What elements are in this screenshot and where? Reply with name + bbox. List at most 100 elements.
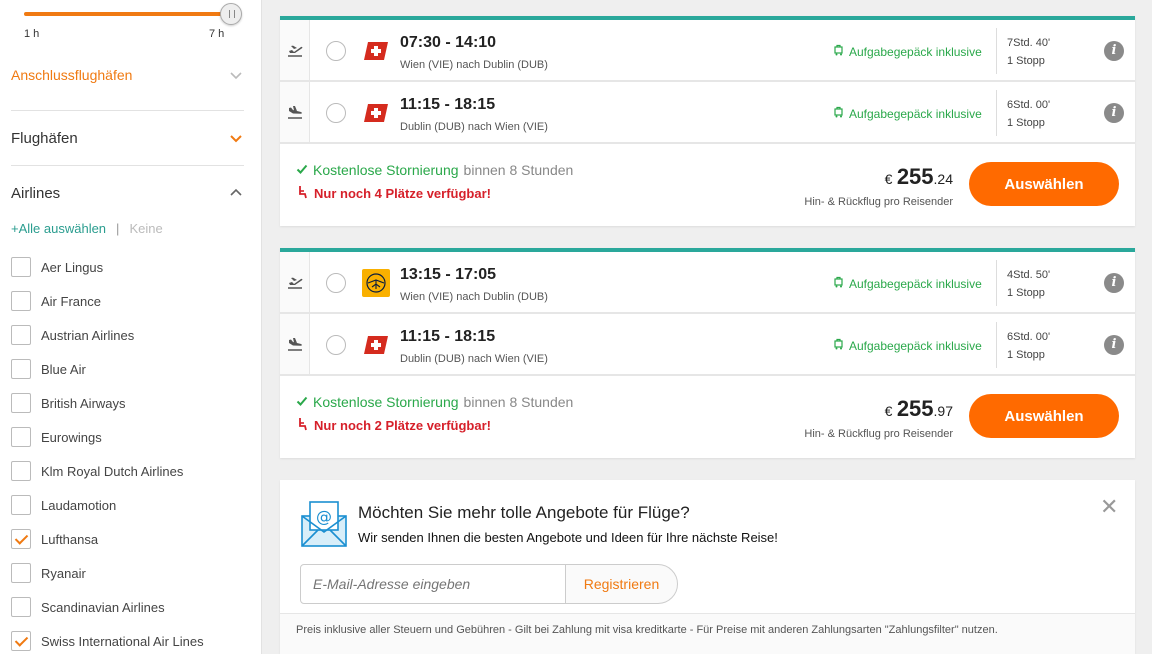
price-main: 255 bbox=[896, 396, 934, 421]
divider bbox=[11, 165, 244, 166]
airline-filter-item[interactable]: Lufthansa bbox=[11, 529, 98, 549]
free-cancellation: Kostenlose Stornierung binnen 8 Stunden bbox=[296, 162, 573, 178]
flight-times: 13:15 - 17:05 bbox=[400, 266, 497, 283]
connecting-airports-title: Anschlussflughäfen bbox=[11, 67, 133, 83]
divider bbox=[996, 90, 997, 136]
seat-icon bbox=[298, 417, 308, 434]
airline-filter-item[interactable]: Austrian Airlines bbox=[11, 325, 134, 345]
swiss-logo-icon bbox=[362, 331, 390, 359]
airline-label: Klm Royal Dutch Airlines bbox=[41, 463, 184, 479]
checkmark-icon bbox=[296, 394, 308, 410]
flight-offer-card: 13:15 - 17:05 Wien (VIE) nach Dublin (DU… bbox=[280, 248, 1135, 458]
leg-radio[interactable] bbox=[326, 273, 346, 293]
checkmark-icon bbox=[296, 162, 308, 178]
flight-route: Dublin (DUB) nach Wien (VIE) bbox=[400, 353, 548, 365]
airline-filter-item[interactable]: Air France bbox=[11, 291, 101, 311]
divider bbox=[996, 260, 997, 306]
leg-radio[interactable] bbox=[326, 103, 346, 123]
airline-label: Aer Lingus bbox=[41, 259, 104, 275]
luggage-icon bbox=[833, 44, 845, 59]
flight-leg-outbound[interactable]: 13:15 - 17:05 Wien (VIE) nach Dublin (DU… bbox=[280, 252, 1135, 314]
checkbox[interactable] bbox=[11, 291, 31, 311]
filter-sidebar: 1 h 7 h Anschlussflughäfen Flughäfen Air… bbox=[0, 0, 262, 654]
email-input[interactable] bbox=[300, 564, 566, 604]
cancellation-period: binnen 8 Stunden bbox=[463, 162, 574, 178]
airline-filter-item[interactable]: Swiss International Air Lines bbox=[11, 631, 204, 651]
close-icon[interactable]: ✕ bbox=[1100, 494, 1118, 520]
checkbox-checked[interactable] bbox=[11, 631, 31, 651]
select-none-link[interactable]: Keine bbox=[129, 221, 162, 236]
seats-label: Nur noch 4 Plätze verfügbar! bbox=[314, 186, 491, 201]
luggage-icon bbox=[833, 106, 845, 121]
price-disclaimer: Preis inklusive aller Steuern und Gebühr… bbox=[280, 613, 1135, 654]
baggage-info: Aufgabegepäck inklusive bbox=[833, 44, 982, 59]
airline-label: Air France bbox=[41, 293, 101, 309]
airline-filter-item[interactable]: Aer Lingus bbox=[11, 257, 103, 277]
flight-leg-return[interactable]: 11:15 - 18:15 Dublin (DUB) nach Wien (VI… bbox=[280, 82, 1135, 144]
select-links: +Alle auswählen | Keine bbox=[11, 221, 163, 236]
checkbox-checked[interactable] bbox=[11, 529, 31, 549]
checkbox[interactable] bbox=[11, 393, 31, 413]
checkbox[interactable] bbox=[11, 461, 31, 481]
duration-slider[interactable] bbox=[24, 3, 242, 25]
airline-filter-item[interactable]: Ryanair bbox=[11, 563, 86, 583]
seat-icon bbox=[298, 185, 308, 202]
select-offer-button[interactable]: Auswählen bbox=[969, 394, 1119, 438]
checkbox[interactable] bbox=[11, 257, 31, 277]
flight-times: 11:15 - 18:15 bbox=[400, 328, 496, 345]
checkbox[interactable] bbox=[11, 563, 31, 583]
takeoff-icon bbox=[280, 252, 310, 312]
airline-filter-item[interactable]: Klm Royal Dutch Airlines bbox=[11, 461, 183, 481]
airline-label: Swiss International Air Lines bbox=[41, 633, 204, 649]
airlines-title: Airlines bbox=[11, 184, 61, 202]
flight-leg-outbound[interactable]: 07:30 - 14:10 Wien (VIE) nach Dublin (DU… bbox=[280, 20, 1135, 82]
airline-filter-item[interactable]: Eurowings bbox=[11, 427, 102, 447]
checkbox[interactable] bbox=[11, 427, 31, 447]
baggage-label: Aufgabegepäck inklusive bbox=[849, 106, 982, 121]
info-icon[interactable]: i bbox=[1104, 41, 1124, 61]
airline-filter-item[interactable]: Scandinavian Airlines bbox=[11, 597, 165, 617]
checkbox[interactable] bbox=[11, 325, 31, 345]
airline-label: Lufthansa bbox=[41, 531, 99, 547]
slider-track[interactable] bbox=[24, 12, 230, 16]
leg-radio[interactable] bbox=[326, 41, 346, 61]
offer-footer: Kostenlose Stornierung binnen 8 Stunden … bbox=[280, 376, 1135, 458]
offer-footer: Kostenlose Stornierung binnen 8 Stunden … bbox=[280, 144, 1135, 226]
connecting-airports-section[interactable]: Anschlussflughäfen bbox=[11, 55, 244, 95]
email-envelope-icon: @ bbox=[300, 500, 348, 548]
swiss-logo-icon bbox=[362, 99, 390, 127]
baggage-info: Aufgabegepäck inklusive bbox=[833, 338, 982, 353]
airline-filter-item[interactable]: Blue Air bbox=[11, 359, 86, 379]
info-icon[interactable]: i bbox=[1104, 335, 1124, 355]
separator: | bbox=[116, 221, 120, 236]
checkbox[interactable] bbox=[11, 359, 31, 379]
flight-duration: 6Std. 00' bbox=[1007, 331, 1051, 343]
flight-leg-return[interactable]: 11:15 - 18:15 Dublin (DUB) nach Wien (VI… bbox=[280, 314, 1135, 376]
leg-radio[interactable] bbox=[326, 335, 346, 355]
flight-route: Dublin (DUB) nach Wien (VIE) bbox=[400, 121, 548, 133]
slider-handle[interactable] bbox=[220, 3, 242, 25]
select-offer-button[interactable]: Auswählen bbox=[969, 162, 1119, 206]
register-button[interactable]: Registrieren bbox=[565, 564, 678, 604]
svg-text:@: @ bbox=[316, 507, 332, 526]
airline-filter-item[interactable]: Laudamotion bbox=[11, 495, 116, 515]
flight-stops: 1 Stopp bbox=[1007, 287, 1045, 299]
price-cents: .97 bbox=[933, 403, 953, 419]
luggage-icon bbox=[833, 276, 845, 291]
airline-filter-item[interactable]: British Airways bbox=[11, 393, 126, 413]
newsletter-subtitle: Wir senden Ihnen die besten Angebote und… bbox=[358, 530, 778, 545]
info-icon[interactable]: i bbox=[1104, 103, 1124, 123]
airlines-section[interactable]: Airlines bbox=[11, 173, 244, 213]
luggage-icon bbox=[833, 338, 845, 353]
airports-section[interactable]: Flughäfen bbox=[11, 118, 244, 158]
chevron-down-icon bbox=[228, 130, 244, 146]
seats-warning: Nur noch 4 Plätze verfügbar! bbox=[298, 185, 491, 202]
checkbox[interactable] bbox=[11, 597, 31, 617]
info-icon[interactable]: i bbox=[1104, 273, 1124, 293]
checkbox[interactable] bbox=[11, 495, 31, 515]
flight-duration: 7Std. 40' bbox=[1007, 37, 1051, 49]
flight-duration: 6Std. 00' bbox=[1007, 99, 1051, 111]
airline-label: British Airways bbox=[41, 395, 126, 411]
select-all-link[interactable]: +Alle auswählen bbox=[11, 221, 106, 236]
flight-route: Wien (VIE) nach Dublin (DUB) bbox=[400, 59, 548, 71]
